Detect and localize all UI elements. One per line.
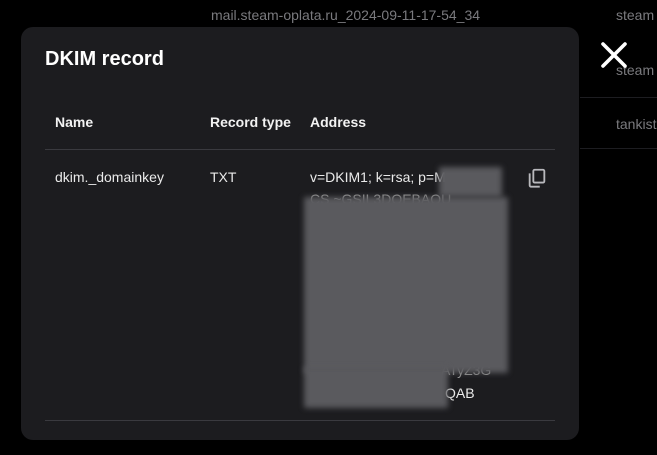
close-button[interactable] [598,39,630,71]
header-divider [45,149,555,150]
dialog-title: DKIM record [45,48,164,70]
bg-cell: steam [616,7,655,23]
record-type: TXT [210,169,237,185]
redaction-blur [304,197,508,373]
table-bottom-divider [45,420,555,421]
bg-divider [580,97,657,98]
copy-button[interactable] [526,167,548,189]
column-header-record-type: Record type [210,114,291,130]
close-icon [601,42,627,68]
column-header-name: Name [55,114,94,130]
column-header-address: Address [310,114,367,130]
dkim-record-dialog: DKIM record Name Record type Address dki… [21,27,579,440]
bg-cell: tankist [616,116,657,132]
bg-filename: mail.steam-oplata.ru_2024-09-11-17-54_34 [211,7,481,23]
address-text-start: v=DKIM1; k=rsa; p=M [310,169,446,185]
bg-divider [580,148,657,149]
copy-icon [528,168,546,188]
redaction-blur [304,367,448,408]
redaction-blur [439,167,502,197]
address-text-end: QAB [445,385,475,401]
record-name[interactable]: dkim._domainkey [55,169,164,185]
